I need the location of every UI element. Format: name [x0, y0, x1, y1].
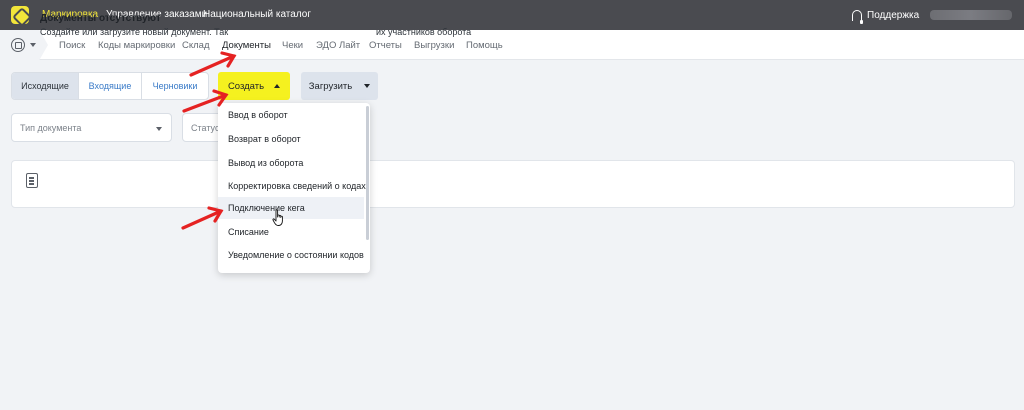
document-icon — [26, 173, 38, 188]
caret-up-icon — [274, 84, 281, 88]
top-nav-national-catalog[interactable]: Национальный каталог — [203, 9, 311, 20]
menu-item-withdraw-from-circulation[interactable]: Вывод из оборота — [218, 152, 364, 174]
menu-item-write-off[interactable]: Списание — [218, 221, 364, 243]
tab-outgoing[interactable]: Исходящие — [12, 73, 79, 99]
menu-scrollbar[interactable] — [366, 106, 369, 240]
upload-button[interactable]: Загрузить — [301, 72, 378, 100]
tab-edo-lite[interactable]: ЭДО Лайт — [316, 40, 360, 51]
user-name-redacted[interactable] — [930, 10, 1012, 20]
marking-logo-icon[interactable] — [11, 6, 29, 24]
tab-search[interactable]: Поиск — [59, 40, 85, 51]
menu-item-connect-keg[interactable]: Подключение кега — [218, 197, 364, 219]
document-direction-tabs: Исходящие Входящие Черновики — [11, 72, 209, 100]
tab-marking-codes[interactable]: Коды маркировки — [98, 40, 175, 51]
menu-item-introduce-into-circulation[interactable]: Ввод в оборот — [218, 104, 364, 126]
tab-drafts[interactable]: Черновики — [142, 73, 208, 99]
document-type-select[interactable]: Тип документа — [11, 113, 172, 142]
document-type-placeholder: Тип документа — [20, 122, 82, 133]
support-label: Поддержка — [867, 9, 920, 21]
menu-item-code-status-notification[interactable]: Уведомление о состоянии кодов — [218, 244, 364, 266]
empty-state-description-tail: их участников оборота — [376, 27, 472, 37]
tab-warehouse[interactable]: Склад — [182, 40, 210, 51]
create-button-label: Создать — [227, 80, 265, 92]
menu-item-return-to-circulation[interactable]: Возврат в оборот — [218, 128, 364, 150]
hand-cursor-icon — [272, 209, 283, 226]
tab-documents[interactable]: Документы — [222, 40, 271, 51]
upload-button-label: Загрузить — [308, 80, 353, 92]
tab-reports[interactable]: Отчеты — [369, 40, 402, 51]
support-link[interactable]: Поддержка — [852, 8, 920, 24]
empty-state-title: Документы отсутствуют — [40, 13, 161, 24]
tab-exports[interactable]: Выгрузки — [414, 40, 454, 51]
annotation-arrow-keg — [181, 206, 224, 230]
chevron-down-icon — [156, 127, 162, 131]
tab-receipts[interactable]: Чеки — [282, 40, 303, 51]
tab-incoming[interactable]: Входящие — [79, 73, 142, 99]
status-placeholder: Статус — [191, 122, 220, 133]
chevron-down-icon — [30, 43, 36, 47]
create-dropdown-menu: Ввод в оборот Возврат в оборот Вывод из … — [218, 103, 370, 273]
tab-help[interactable]: Помощь — [466, 40, 503, 51]
create-button[interactable]: Создать — [218, 72, 290, 100]
organization-icon — [11, 38, 25, 52]
empty-state-description: Создайте или загрузите новый документ. Т… — [40, 27, 229, 37]
caret-down-icon — [364, 84, 371, 88]
empty-state-card — [11, 160, 1015, 208]
menu-item-correct-code-info[interactable]: Корректировка сведений о кодах — [218, 175, 366, 197]
headset-icon — [852, 9, 863, 24]
